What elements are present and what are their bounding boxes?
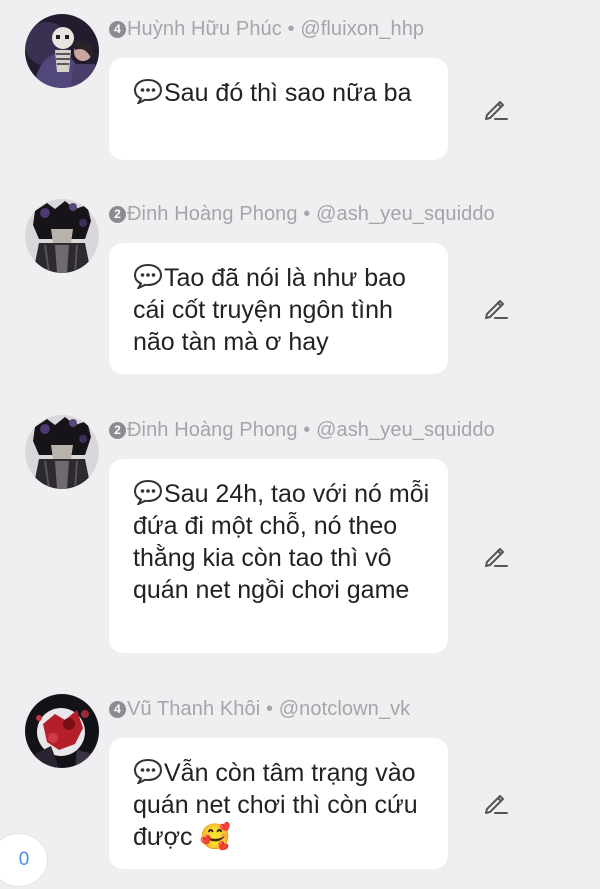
author-name[interactable]: Đinh Hoàng Phong xyxy=(127,419,298,441)
comment-text: Tao đã nói là như bao cái cốt truyện ngô… xyxy=(133,264,406,356)
meta-separator: • xyxy=(303,203,311,225)
rank-badge: 2 xyxy=(109,422,126,439)
author-name[interactable]: Vũ Thanh Khôi xyxy=(127,698,260,720)
meta-separator: • xyxy=(303,419,311,441)
author-handle[interactable]: @fluixon_hhp xyxy=(300,18,424,40)
author-handle[interactable]: @notclown_vk xyxy=(279,698,411,720)
comment-meta: 2 Đinh Hoàng Phong • @ash_yeu_squiddo xyxy=(109,203,495,226)
comment-meta: 2 Đinh Hoàng Phong • @ash_yeu_squiddo xyxy=(109,419,495,442)
emoji: 🥰 xyxy=(199,823,231,851)
author-name[interactable]: Huỳnh Hữu Phúc xyxy=(127,18,282,40)
avatar[interactable] xyxy=(25,694,99,768)
comment-meta: 4 Vũ Thanh Khôi • @notclown_vk xyxy=(109,698,410,721)
pencil-edit-icon[interactable] xyxy=(482,95,510,123)
comment-text: Sau đó thì sao nữa ba xyxy=(164,79,412,107)
author-handle[interactable]: @ash_yeu_squiddo xyxy=(316,203,495,225)
pencil-edit-icon[interactable] xyxy=(482,542,510,570)
comment-count: 0 xyxy=(18,849,30,870)
comment-text: Sau 24h, tao với nó mỗi đứa đi một chỗ, … xyxy=(133,480,430,604)
avatar[interactable] xyxy=(25,14,99,88)
speech-balloon-icon xyxy=(133,758,163,784)
pencil-edit-icon[interactable] xyxy=(482,789,510,817)
meta-separator: • xyxy=(265,698,274,720)
author-name[interactable]: Đinh Hoàng Phong xyxy=(127,203,298,225)
pencil-edit-icon[interactable] xyxy=(482,294,510,322)
speech-balloon-icon xyxy=(133,479,163,505)
avatar[interactable] xyxy=(25,199,99,273)
author-handle[interactable]: @ash_yeu_squiddo xyxy=(316,419,495,441)
speech-balloon-icon xyxy=(133,263,163,289)
comment-count-button[interactable]: 0 xyxy=(0,833,48,887)
meta-separator: • xyxy=(287,18,295,40)
comment-bubble: Sau 24h, tao với nó mỗi đứa đi một chỗ, … xyxy=(109,459,448,653)
rank-badge: 4 xyxy=(109,21,126,38)
avatar[interactable] xyxy=(25,415,99,489)
comment-meta: 4 Huỳnh Hữu Phúc • @fluixon_hhp xyxy=(109,18,424,41)
rank-badge: 4 xyxy=(109,701,126,718)
comment-bubble: Tao đã nói là như bao cái cốt truyện ngô… xyxy=(109,243,448,374)
rank-badge: 2 xyxy=(109,206,126,223)
speech-balloon-icon xyxy=(133,78,163,104)
comment-bubble: Vẫn còn tâm trạng vào quán net chơi thì … xyxy=(109,738,448,869)
comment-text: Vẫn còn tâm trạng vào quán net chơi thì … xyxy=(133,759,418,851)
comment-bubble: Sau đó thì sao nữa ba xyxy=(109,58,448,160)
